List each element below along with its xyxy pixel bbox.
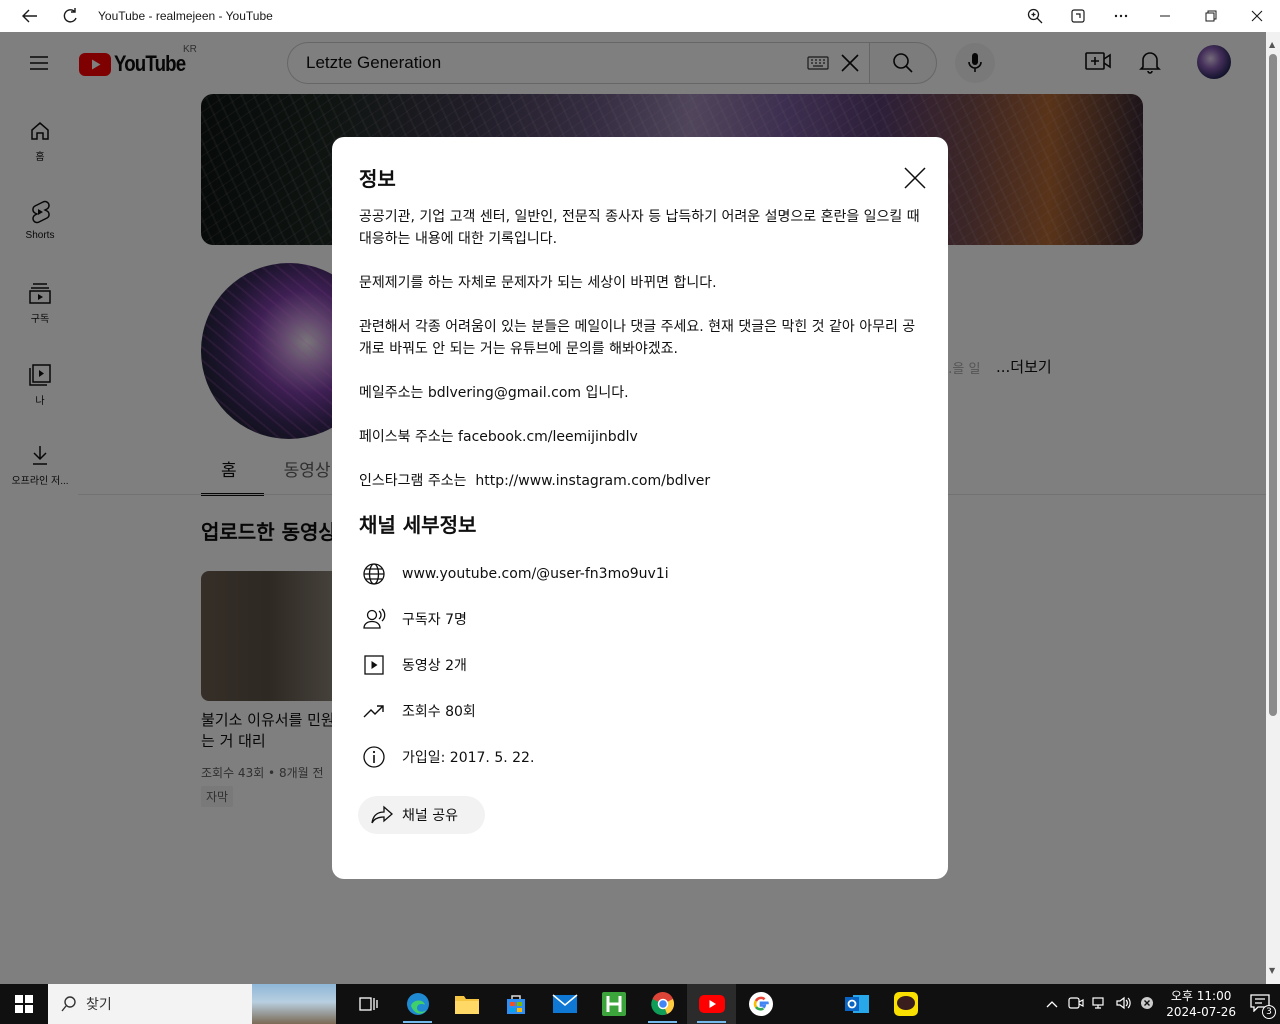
clock-time: 오후 11:00 [1170,989,1232,1003]
info-icon [359,742,389,772]
share-channel-button[interactable]: 채널 공유 [358,796,485,834]
close-dialog-button[interactable] [900,163,930,193]
description-paragraph: 메일주소는 bdlvering@gmail.com 입니다. [359,385,629,401]
joined-date: 가입일: 2017. 5. 22. [402,750,535,766]
subscriber-count: 구독자 7명 [402,612,467,628]
minimize-button[interactable] [1142,0,1188,32]
search-icon [61,996,76,1012]
browser-titlebar: YouTube - realmejeen - YouTube [0,0,1280,32]
kakaotalk-icon [893,992,918,1016]
vertical-scrollbar[interactable]: ▲ ▼ [1266,32,1280,984]
description-paragraph: 공공기관, 기업 고객 센터, 일반인, 전문직 종사자 등 납득하기 어려운 … [359,209,925,247]
zoom-icon [1027,8,1042,24]
system-tray: 오후 11:00 2024-07-26 3 [1046,984,1280,1024]
restore-icon [1205,10,1217,22]
taskbar-search-label: 찾기 [86,997,112,1013]
volume-icon[interactable] [1116,996,1132,1013]
taskbar-mail[interactable] [540,984,589,1024]
hancom-h-icon [601,992,626,1016]
taskbar-outlook[interactable] [832,984,881,1024]
description-paragraph: 인스타그램 주소는 http://www.instagram.com/bdlve… [359,473,711,489]
view-count: 조회수 80회 [402,704,476,720]
outlook-icon [844,995,869,1013]
chrome-icon [650,991,674,1016]
start-button[interactable] [0,984,48,1024]
taskbar-apps [344,984,930,1024]
about-dialog: 정보 공공기관, 기업 고객 센터, 일반인, 전문직 종사자 등 납득하기 어… [332,137,948,879]
trending-up-icon [359,696,389,726]
refresh-icon [63,8,77,23]
edge-icon [406,993,429,1015]
share-label: 채널 공유 [402,808,458,824]
more-horizontal-icon [1114,14,1127,18]
subscribers-icon [359,604,389,634]
share-icon [371,805,393,824]
app-status-x-icon[interactable] [1140,996,1154,1013]
window-title: YouTube - realmejeen - YouTube [98,9,273,23]
notifications-center-button[interactable]: 3 [1250,993,1276,1019]
back-button[interactable] [10,0,50,32]
chevron-up-icon[interactable] [1046,997,1058,1011]
scroll-up-arrow-icon[interactable]: ▲ [1269,40,1275,49]
description-paragraph: 페이스북 주소는 facebook.cm/leemijinbdlv [359,429,638,445]
detail-row-videos: 동영상 2개 [359,650,467,680]
task-view-icon [358,997,378,1011]
taskbar-search[interactable]: 찾기 [48,984,336,1024]
windows-taskbar: 찾기 오후 11:00 2024-07-26 3 [0,984,1280,1024]
close-icon [904,167,926,189]
more-options-button[interactable] [1099,0,1142,32]
mail-icon [552,994,577,1013]
google-g-icon [748,992,773,1016]
close-icon [1251,10,1263,22]
taskbar-hancom[interactable] [589,984,638,1024]
taskbar-spacer [785,984,832,1024]
channel-url[interactable]: www.youtube.com/@user-fn3mo9uv1i [402,566,669,582]
taskbar-edge[interactable] [393,984,442,1024]
description-paragraph: 관련해서 각종 어려움이 있는 분들은 메일이나 댓글 주세요. 현재 댓글은 … [359,319,916,357]
network-icon[interactable] [1092,996,1108,1013]
refresh-button[interactable] [50,0,90,32]
folder-icon [454,996,479,1014]
scrollbar-thumb[interactable] [1269,54,1277,716]
channel-details-title: 채널 세부정보 [359,513,477,537]
globe-icon [359,559,389,589]
scroll-down-arrow-icon[interactable]: ▼ [1269,966,1275,975]
clock-date: 2024-07-26 [1166,1005,1236,1019]
notification-count-badge: 3 [1262,1004,1276,1019]
taskbar-google[interactable] [736,984,785,1024]
app-install-icon [1070,9,1085,23]
meet-now-icon[interactable] [1068,996,1084,1013]
search-highlight-image [252,984,336,1024]
taskbar-store[interactable] [491,984,540,1024]
back-arrow-icon [22,9,37,23]
video-count: 동영상 2개 [402,658,467,674]
app-available-button[interactable] [1056,0,1099,32]
video-play-icon [359,650,389,680]
taskbar-youtube[interactable] [687,984,736,1024]
channel-description: 공공기관, 기업 고객 센터, 일반인, 전문직 종사자 등 납득하기 어려운 … [359,206,925,492]
description-paragraph: 문제제기를 하는 자체로 문제자가 되는 세상이 바뀌면 합니다. [359,275,717,291]
detail-row-views: 조회수 80회 [359,696,476,726]
task-view-button[interactable] [344,984,393,1024]
close-window-button[interactable] [1234,0,1280,32]
store-icon [506,995,525,1014]
windows-logo-icon [15,995,33,1013]
taskbar-kakaotalk[interactable] [881,984,930,1024]
youtube-play-logo-icon [698,995,725,1013]
dialog-title: 정보 [359,167,396,191]
detail-row-subscribers: 구독자 7명 [359,604,467,634]
minimize-icon [1160,15,1170,17]
detail-row-joined: 가입일: 2017. 5. 22. [359,742,534,772]
taskbar-file-explorer[interactable] [442,984,491,1024]
detail-row-url: www.youtube.com/@user-fn3mo9uv1i [359,559,669,589]
taskbar-chrome[interactable] [638,984,687,1024]
zoom-button[interactable] [1013,0,1056,32]
restore-button[interactable] [1188,0,1234,32]
taskbar-clock[interactable]: 오후 11:00 2024-07-26 [1166,988,1236,1020]
